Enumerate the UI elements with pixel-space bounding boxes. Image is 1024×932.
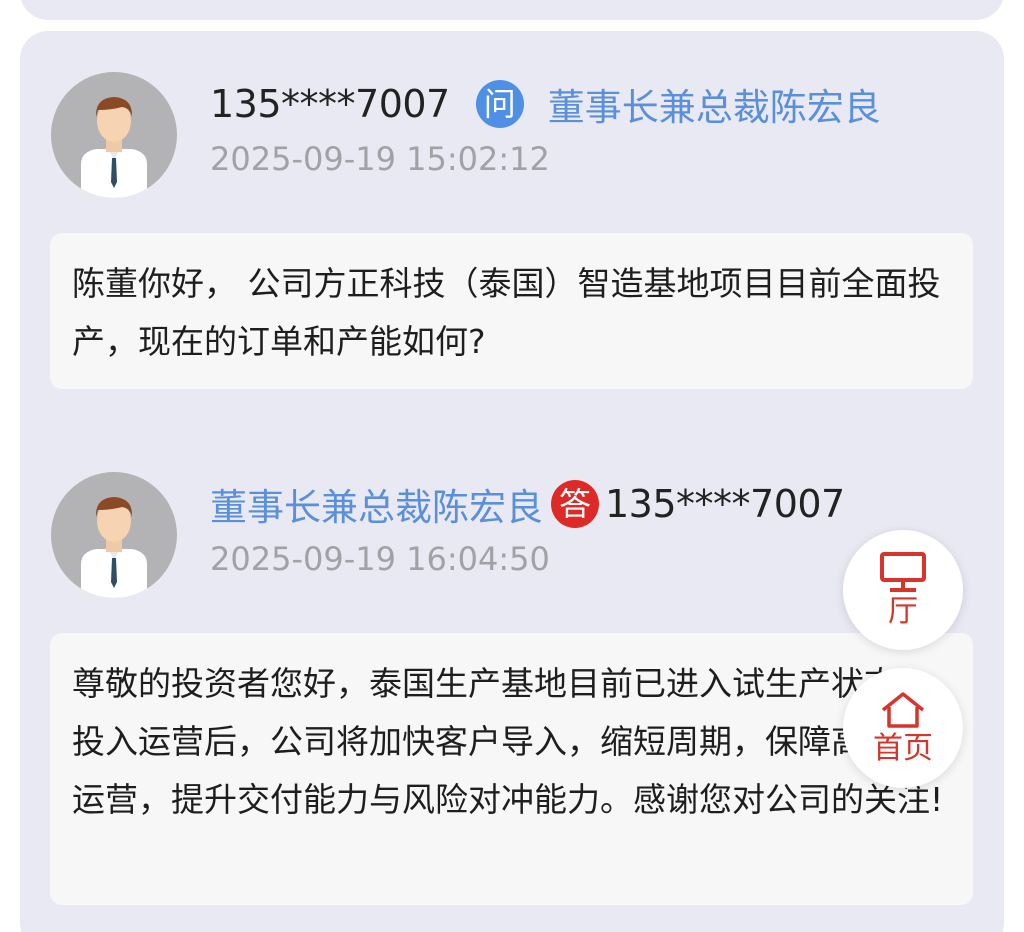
question-content: 陈董你好， 公司方正科技（泰国）智造基地项目目前全面投产，现在的订单和产能如何? bbox=[50, 233, 973, 389]
responder-avatar bbox=[51, 472, 177, 598]
person-icon bbox=[81, 497, 147, 598]
hall-button[interactable]: 厅 bbox=[843, 530, 963, 650]
question-timestamp: 2025-09-19 15:02:12 bbox=[210, 140, 550, 178]
reply-to-phone: 135****7007 bbox=[605, 482, 845, 526]
answer-badge: 答 bbox=[551, 480, 599, 528]
question-meta: 135****7007 问 董事长兼总裁陈宏良 bbox=[210, 78, 881, 130]
previous-card bbox=[20, 0, 1004, 20]
person-icon bbox=[81, 97, 147, 198]
answer-timestamp: 2025-09-19 16:04:50 bbox=[210, 540, 550, 578]
home-icon bbox=[881, 692, 925, 728]
asker-avatar bbox=[51, 72, 177, 198]
hall-label: 厅 bbox=[888, 594, 918, 629]
question-target-name[interactable]: 董事长兼总裁陈宏良 bbox=[548, 77, 881, 131]
question-badge: 问 bbox=[475, 80, 524, 128]
answer-meta: 董事长兼总裁陈宏良 答 135****7007 bbox=[210, 478, 845, 530]
responder-name[interactable]: 董事长兼总裁陈宏良 bbox=[210, 477, 543, 531]
home-button[interactable]: 首页 bbox=[843, 668, 963, 788]
home-label: 首页 bbox=[873, 731, 933, 766]
asker-phone: 135****7007 bbox=[210, 82, 450, 126]
monitor-icon bbox=[880, 552, 926, 592]
answer-content: 尊敬的投资者您好，泰国生产基地目前已进入试生产状态，投入运营后，公司将加快客户导… bbox=[50, 633, 973, 905]
